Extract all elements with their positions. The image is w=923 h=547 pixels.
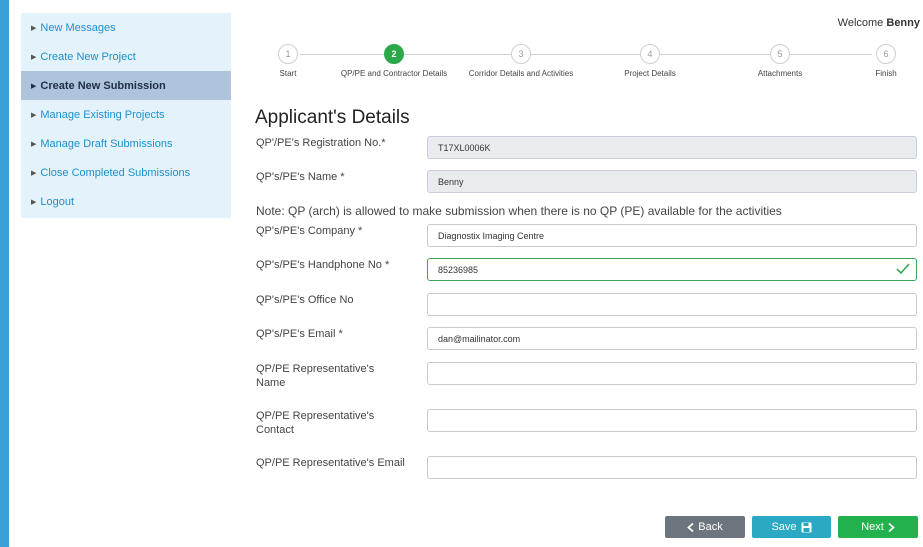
step-label: Corridor Details and Activities xyxy=(468,69,574,78)
step-qppe-contractor-details: 2 QP/PE and Contractor Details xyxy=(334,44,454,78)
sidebar-item-manage-existing-projects[interactable]: ▶ Manage Existing Projects xyxy=(21,100,231,129)
office-input[interactable] xyxy=(427,293,917,316)
triangle-right-icon: ▶ xyxy=(31,111,37,119)
triangle-right-icon: ▶ xyxy=(31,53,37,61)
welcome-message: Welcome Benny xyxy=(838,17,920,29)
chevron-right-icon xyxy=(888,522,895,532)
step-number: 6 xyxy=(876,44,896,64)
progress-stepper: 1 Start 2 QP/PE and Contractor Details 3… xyxy=(255,44,910,84)
sidebar: ▶ New Messages ▶ Create New Project ▶ Cr… xyxy=(21,13,231,218)
next-label: Next xyxy=(861,521,884,533)
triangle-right-icon: ▶ xyxy=(31,140,37,148)
triangle-right-icon: ▶ xyxy=(31,82,37,90)
rep-name-label: QP/PE Representative's Name xyxy=(256,363,375,389)
step-number: 3 xyxy=(511,44,531,64)
sidebar-item-label: Logout xyxy=(40,195,75,208)
company-value: Diagnostix Imaging Centre xyxy=(438,230,545,241)
handphone-label: QP's/PE's Handphone No * xyxy=(256,259,390,271)
triangle-right-icon: ▶ xyxy=(31,24,37,32)
chevron-left-icon xyxy=(687,522,694,532)
sidebar-item-new-messages[interactable]: ▶ New Messages xyxy=(21,13,231,42)
step-label: Finish xyxy=(875,69,897,78)
name-label: QP's/PE's Name * xyxy=(256,171,345,183)
handphone-input[interactable]: 85236985 xyxy=(427,258,917,281)
left-accent-bar xyxy=(0,0,9,547)
registration-field: T17XL0006K xyxy=(427,136,917,159)
step-label: Start xyxy=(279,69,297,78)
back-button[interactable]: Back xyxy=(665,516,745,538)
page-title: Applicant's Details xyxy=(255,107,410,128)
check-icon xyxy=(896,263,910,275)
user-name: Benny xyxy=(886,17,920,29)
sidebar-item-label: Manage Draft Submissions xyxy=(40,137,173,150)
handphone-value: 85236985 xyxy=(438,264,479,275)
sidebar-item-label: Manage Existing Projects xyxy=(40,108,165,121)
sidebar-item-create-new-submission[interactable]: ▶ Create New Submission xyxy=(21,71,231,100)
save-button[interactable]: Save xyxy=(752,516,831,538)
office-label: QP's/PE's Office No xyxy=(256,294,354,306)
email-label: QP's/PE's Email * xyxy=(256,328,343,340)
step-attachments: 5 Attachments xyxy=(750,44,810,78)
rep-email-label: QP/PE Representative's Email xyxy=(256,457,405,469)
rep-email-input[interactable] xyxy=(427,456,917,479)
next-button[interactable]: Next xyxy=(838,516,918,538)
rep-name-input[interactable] xyxy=(427,362,917,385)
rep-contact-input[interactable] xyxy=(427,409,917,432)
back-label: Back xyxy=(698,521,723,533)
triangle-right-icon: ▶ xyxy=(31,198,37,206)
company-input[interactable]: Diagnostix Imaging Centre xyxy=(427,224,917,247)
name-value: Benny xyxy=(438,176,464,187)
email-value: dan@mailinator.com xyxy=(438,333,521,344)
sidebar-item-label: Close Completed Submissions xyxy=(40,166,191,179)
welcome-prefix: Welcome xyxy=(837,17,884,29)
floppy-disk-icon xyxy=(801,522,812,532)
name-field: Benny xyxy=(427,170,917,193)
rep-contact-label: QP/PE Representative's Contact xyxy=(256,410,375,436)
sidebar-item-create-new-project[interactable]: ▶ Create New Project xyxy=(21,42,231,71)
step-start: 1 Start xyxy=(268,44,308,78)
sidebar-item-label: New Messages xyxy=(40,21,116,34)
step-corridor-details: 3 Corridor Details and Activities xyxy=(456,44,586,78)
step-finish: 6 Finish xyxy=(864,44,908,78)
sidebar-item-label: Create New Project xyxy=(40,50,136,63)
step-label: Project Details xyxy=(624,69,676,78)
step-number: 4 xyxy=(640,44,660,64)
sidebar-item-logout[interactable]: ▶ Logout xyxy=(21,187,231,216)
arch-note: Note: QP (arch) is allowed to make submi… xyxy=(256,204,782,218)
step-number: 2 xyxy=(384,44,404,64)
step-number: 1 xyxy=(278,44,298,64)
sidebar-item-manage-draft-submissions[interactable]: ▶ Manage Draft Submissions xyxy=(21,129,231,158)
company-label: QP's/PE's Company * xyxy=(256,225,363,237)
step-label: QP/PE and Contractor Details xyxy=(340,69,448,78)
step-project-details: 4 Project Details xyxy=(610,44,690,78)
registration-value: T17XL0006K xyxy=(438,142,491,153)
sidebar-item-label: Create New Submission xyxy=(40,79,166,92)
step-number: 5 xyxy=(770,44,790,64)
triangle-right-icon: ▶ xyxy=(31,169,37,177)
step-label: Attachments xyxy=(757,69,803,78)
email-input[interactable]: dan@mailinator.com xyxy=(427,327,917,350)
registration-label: QP'/PE's Registration No.* xyxy=(256,137,386,149)
sidebar-item-close-completed-submissions[interactable]: ▶ Close Completed Submissions xyxy=(21,158,231,187)
save-label: Save xyxy=(771,521,797,533)
